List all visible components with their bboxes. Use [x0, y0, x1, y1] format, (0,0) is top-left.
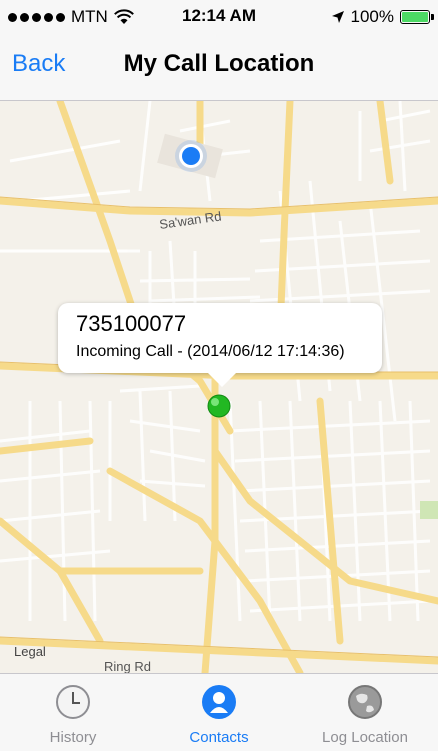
battery-percent: 100% [350, 7, 394, 26]
status-bar: MTN 12:14 AM 100% [0, 0, 438, 34]
road-label-ring: Ring Rd [104, 659, 151, 673]
tab-label-history: History [49, 729, 97, 746]
status-right: 100% [331, 6, 434, 28]
page-title: My Call Location [123, 50, 315, 77]
tab-label-contacts: Contacts [189, 729, 249, 746]
clock-icon [56, 685, 90, 719]
tab-log-location[interactable]: Log Location [292, 674, 438, 751]
tab-bar: History Contacts Log Location [0, 673, 438, 751]
call-callout[interactable]: 735100077 Incoming Call - (2014/06/12 17… [58, 303, 382, 387]
tab-history[interactable]: History [0, 674, 146, 751]
call-location-pin[interactable] [207, 394, 231, 418]
user-location-dot[interactable] [182, 147, 200, 165]
map-canvas: Sa'wan Rd Ring Rd [0, 101, 438, 673]
tab-label-log-location: Log Location [322, 729, 408, 746]
back-button[interactable]: Back [12, 50, 65, 78]
map-view[interactable]: Sa'wan Rd Ring Rd 735100077 Incoming Cal… [0, 101, 438, 673]
contact-icon [202, 685, 236, 719]
tab-contacts[interactable]: Contacts [146, 674, 292, 751]
battery-fill [402, 12, 428, 22]
location-arrow-icon [331, 11, 344, 23]
battery-icon [400, 10, 434, 24]
major-roads [0, 101, 438, 673]
globe-icon [348, 685, 382, 719]
pin-highlight [211, 398, 219, 406]
legal-link[interactable]: Legal [14, 644, 46, 659]
callout-phone-number: 735100077 [76, 311, 187, 336]
callout-call-detail: Incoming Call - (2014/06/12 17:14:36) [76, 343, 345, 360]
park-area [420, 501, 438, 519]
navigation-bar: Back My Call Location [0, 34, 438, 101]
